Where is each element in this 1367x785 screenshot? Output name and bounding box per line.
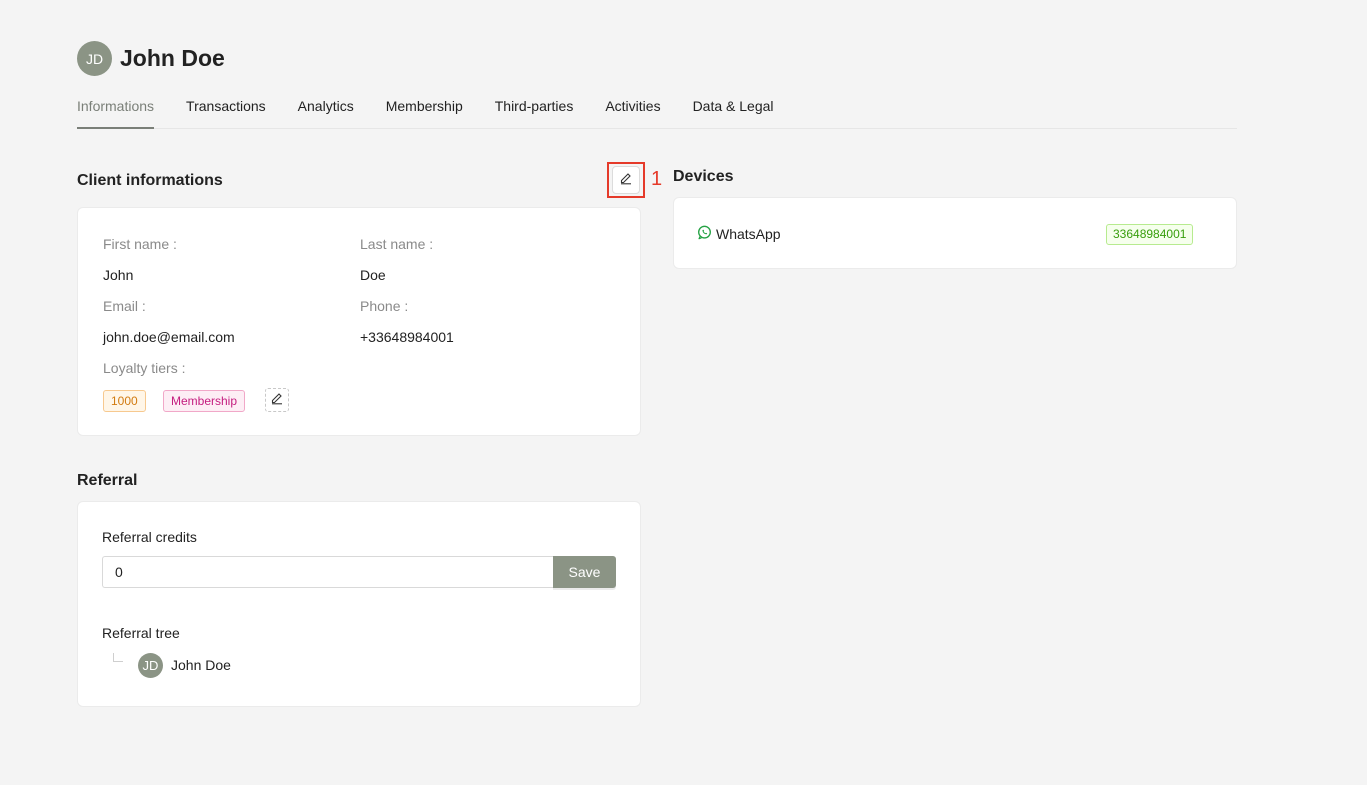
referral-title: Referral [77, 472, 138, 489]
referral-credits-group: Save [102, 556, 616, 588]
device-item: WhatsApp [697, 225, 781, 243]
whatsapp-icon [697, 225, 716, 243]
email-value: john.doe@email.com [103, 329, 235, 345]
annotation-number: 1 [651, 168, 663, 190]
avatar: JD [77, 41, 112, 76]
page-title: John Doe [120, 45, 225, 71]
avatar: JD [138, 653, 163, 678]
loyalty-tag-points: 1000 [103, 390, 146, 412]
page-header: JD John Doe [77, 41, 225, 76]
tab-analytics[interactable]: Analytics [298, 96, 354, 129]
tab-third-parties[interactable]: Third-parties [495, 96, 574, 129]
tab-transactions[interactable]: Transactions [186, 96, 266, 129]
phone-value: +33648984001 [360, 329, 454, 345]
client-info-title: Client informations [77, 172, 223, 189]
pencil-icon [270, 391, 284, 410]
annotation-highlight [607, 162, 645, 198]
referral-credits-input[interactable] [102, 556, 553, 588]
device-name: WhatsApp [716, 226, 781, 242]
phone-label: Phone : [360, 298, 409, 314]
tab-activities[interactable]: Activities [605, 96, 660, 129]
referral-tree-label: Referral tree [102, 625, 180, 641]
tab-membership[interactable]: Membership [386, 96, 463, 129]
tree-connector [113, 653, 123, 662]
tab-bar: Informations Transactions Analytics Memb… [77, 96, 1237, 129]
tab-data-legal[interactable]: Data & Legal [693, 96, 774, 129]
edit-loyalty-button[interactable] [265, 388, 289, 412]
save-button[interactable]: Save [553, 556, 616, 588]
loyalty-tiers-label: Loyalty tiers : [103, 360, 186, 376]
first-name-label: First name : [103, 236, 177, 252]
last-name-label: Last name : [360, 236, 434, 252]
tab-informations[interactable]: Informations [77, 96, 155, 129]
devices-title: Devices [673, 168, 734, 185]
referral-credits-label: Referral credits [102, 529, 197, 545]
email-label: Email : [103, 298, 146, 314]
first-name-value: John [103, 267, 134, 283]
last-name-value: Doe [360, 267, 386, 283]
device-number-badge: 33648984001 [1106, 224, 1194, 245]
referral-tree-name[interactable]: John Doe [171, 657, 231, 673]
loyalty-tag-membership: Membership [163, 390, 246, 412]
